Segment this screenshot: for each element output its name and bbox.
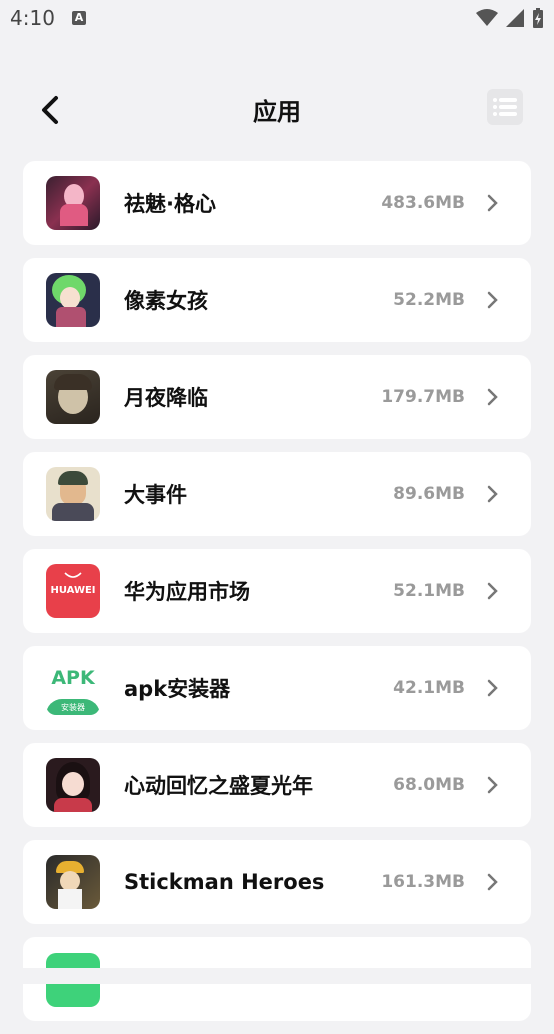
game-icon-green-hair [46, 273, 100, 327]
app-name: 华为应用市场 [124, 580, 250, 604]
app-size: 179.7MB [381, 387, 465, 407]
apk-installer-icon: APK 安装器 [46, 661, 100, 715]
huawei-appgallery-icon: HUAWEI [46, 564, 100, 618]
app-size: 52.2MB [393, 290, 465, 310]
app-size: 68.0MB [393, 775, 465, 795]
game-icon-girl-pink [46, 176, 100, 230]
app-name: Stickman Heroes [124, 870, 325, 894]
app-list-item[interactable]: 像素女孩 52.2MB [23, 258, 531, 342]
signal-icon [506, 9, 524, 27]
chevron-right-icon [487, 291, 499, 309]
status-icons [476, 8, 544, 28]
game-icon-dark-portrait [46, 370, 100, 424]
wifi-icon [476, 9, 498, 26]
list-icon [493, 98, 517, 116]
app-list-item[interactable]: 大事件 89.6MB [23, 452, 531, 536]
notification-a-icon: A [72, 11, 86, 25]
app-size: 52.1MB [393, 581, 465, 601]
chevron-right-icon [487, 776, 499, 794]
game-icon-comic-man [46, 467, 100, 521]
app-name: 祛魅·格心 [124, 192, 216, 216]
app-name: 心动回忆之盛夏光年 [124, 774, 313, 798]
chevron-right-icon [487, 388, 499, 406]
app-list-item[interactable]: Stickman Heroes 161.3MB [23, 840, 531, 924]
app-list-item[interactable]: HUAWEI 华为应用市场 52.1MB [23, 549, 531, 633]
chevron-right-icon [487, 194, 499, 212]
app-name: 月夜降临 [124, 386, 208, 410]
app-list-item[interactable]: 月夜降临 179.7MB [23, 355, 531, 439]
status-bar: 4:10 A [0, 0, 554, 40]
battery-icon [533, 8, 543, 28]
page-title: 应用 [253, 98, 301, 126]
app-list: 祛魅·格心 483.6MB 像素女孩 52.2MB 月夜降临 179.7MB 大… [23, 161, 531, 1034]
apk-icon-subtext: 安装器 [61, 703, 85, 712]
app-list-item[interactable]: 心动回忆之盛夏光年 68.0MB [23, 743, 531, 827]
app-list-item[interactable]: 祛魅·格心 483.6MB [23, 161, 531, 245]
chevron-right-icon [487, 873, 499, 891]
list-menu-button[interactable] [487, 89, 523, 125]
status-time: 4:10 [10, 6, 55, 30]
bottom-edge [0, 968, 554, 984]
chevron-right-icon [487, 485, 499, 503]
chevron-right-icon [487, 679, 499, 697]
app-size: 161.3MB [381, 872, 465, 892]
app-name: 大事件 [124, 483, 187, 507]
game-icon-anime-girl [46, 758, 100, 812]
app-size: 89.6MB [393, 484, 465, 504]
header: 应用 [0, 80, 554, 140]
game-icon-stickman [46, 855, 100, 909]
huawei-icon-text: HUAWEI [50, 585, 96, 596]
app-list-item[interactable]: APK 安装器 apk安装器 42.1MB [23, 646, 531, 730]
app-name: 像素女孩 [124, 289, 208, 313]
chevron-right-icon [487, 582, 499, 600]
app-size: 483.6MB [381, 193, 465, 213]
apk-icon-text: APK [51, 667, 95, 689]
app-name: apk安装器 [124, 677, 231, 701]
app-size: 42.1MB [393, 678, 465, 698]
